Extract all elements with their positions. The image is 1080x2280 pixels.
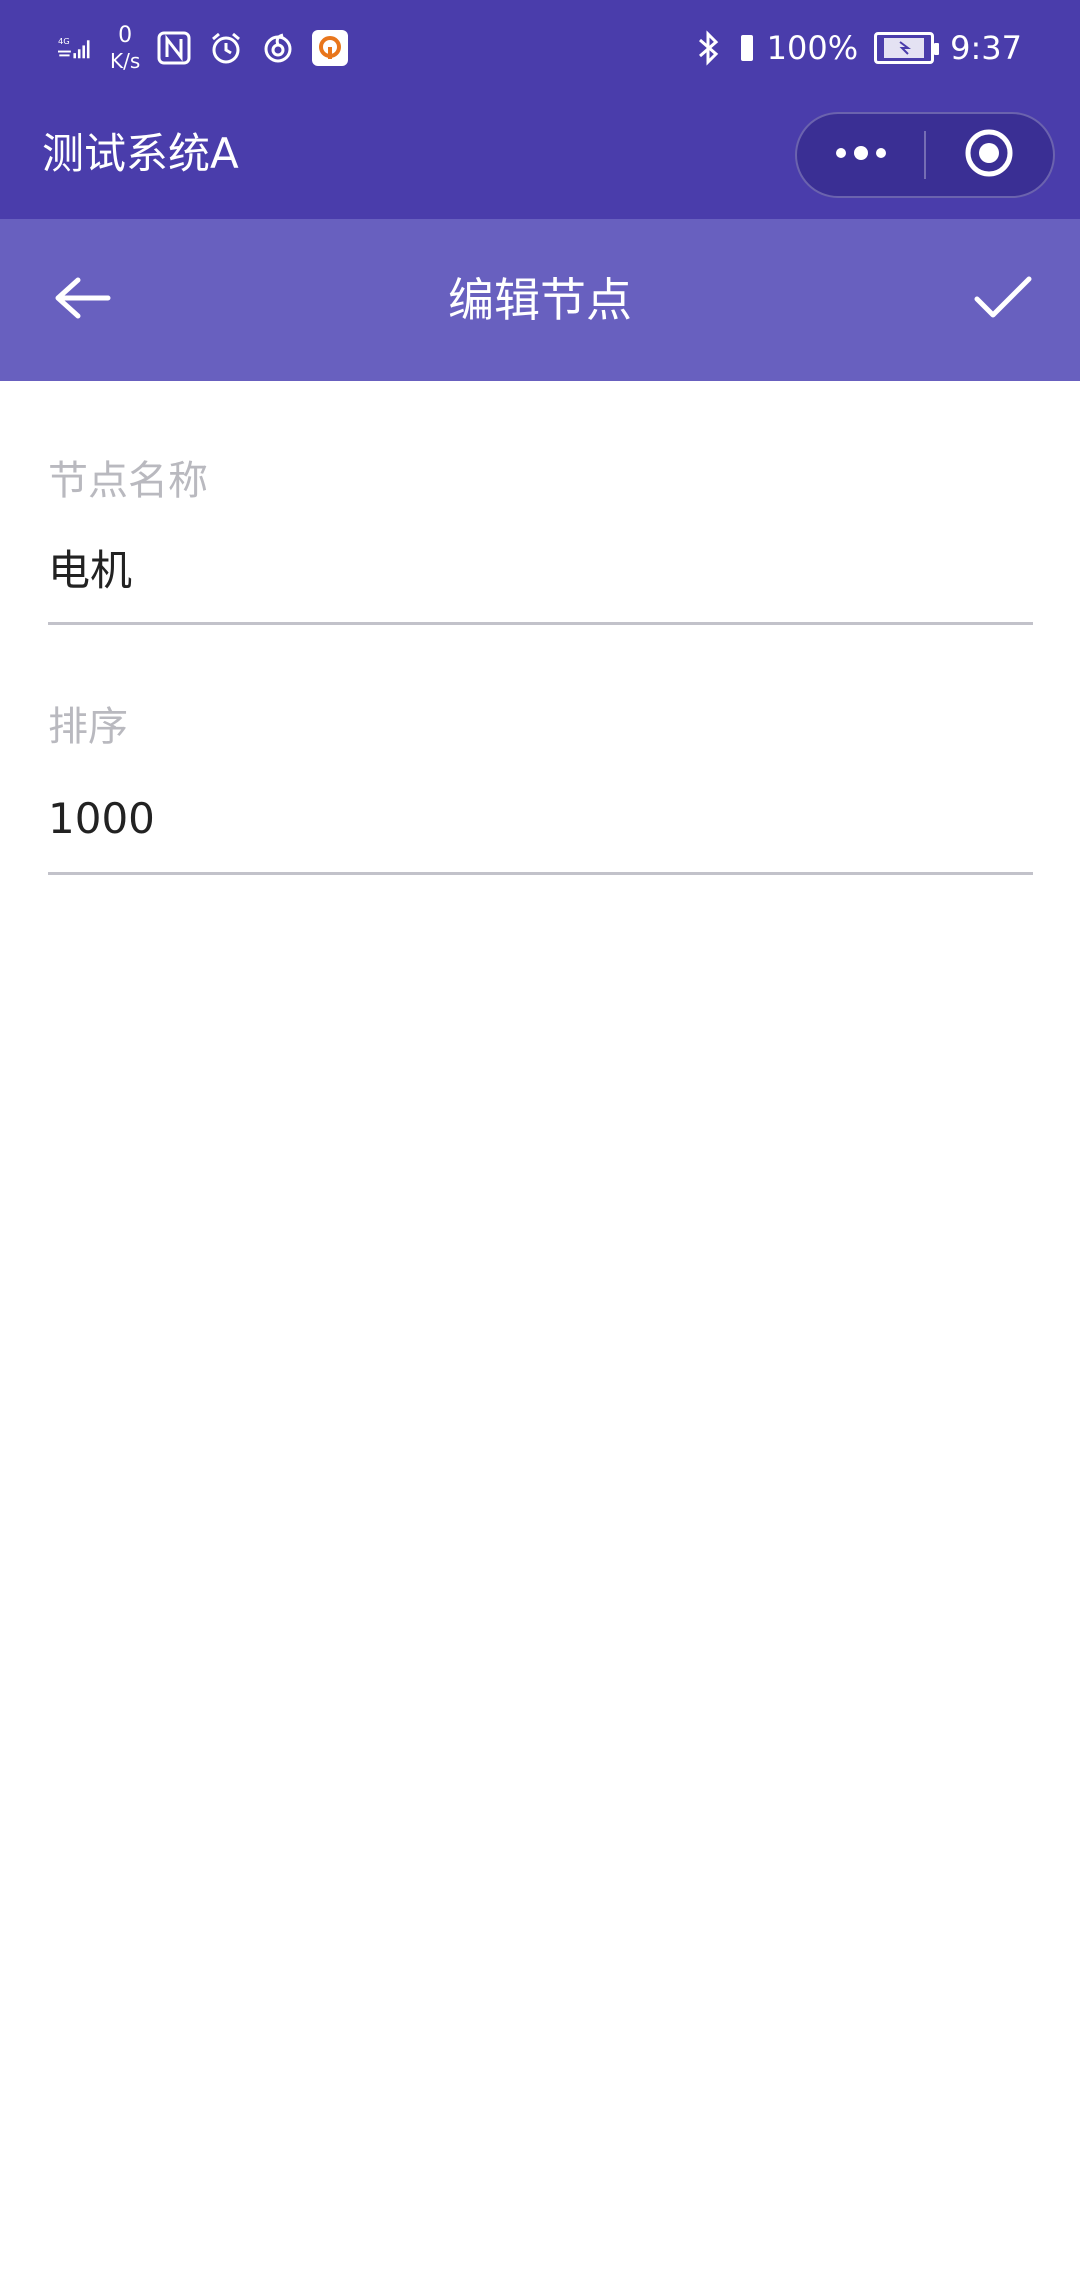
netease-music-icon [260,30,296,66]
status-bar: 4G 0 K/s 100% 9:37 [0,0,1080,96]
battery-icon [874,32,940,64]
vibrate-icon [737,30,757,66]
sort-order-label: 排序 [48,704,128,750]
more-button[interactable] [797,112,924,198]
clock: 9:37 [950,29,1022,67]
node-name-label: 节点名称 [48,458,208,504]
battery-percent: 100% [766,29,859,67]
node-name-field: 节点名称 [48,453,1033,625]
net-speed-unit: K/s [110,49,141,73]
net-speed: 0 K/s [110,23,141,73]
sort-order-input[interactable] [48,789,1033,849]
bluetooth-icon [691,30,727,66]
svg-text:4G: 4G [58,36,70,46]
node-name-input[interactable] [48,541,1033,601]
alarm-icon [208,30,244,66]
close-button[interactable] [926,112,1053,198]
confirm-button[interactable] [970,267,1036,333]
mini-program-capsule [795,112,1055,198]
net-speed-value: 0 [118,23,133,48]
top-bar: 4G 0 K/s 100% 9:37 测试系统A [0,0,1080,219]
app-title: 测试系统A [42,129,239,178]
more-dots-icon [833,145,889,165]
page-navbar: 编辑节点 [0,219,1080,381]
page-title: 编辑节点 [448,273,632,327]
status-right: 100% 9:37 [691,20,1022,76]
signal-icon: 4G [58,30,94,66]
nfc-icon [156,30,192,66]
edit-node-form: 节点名称 排序 [48,381,1033,875]
status-left: 4G 0 K/s [58,20,349,76]
target-close-icon [963,127,1015,183]
sort-order-field: 排序 [48,699,1033,875]
app-notification-icon [312,30,349,66]
checkmark-icon [973,275,1033,325]
